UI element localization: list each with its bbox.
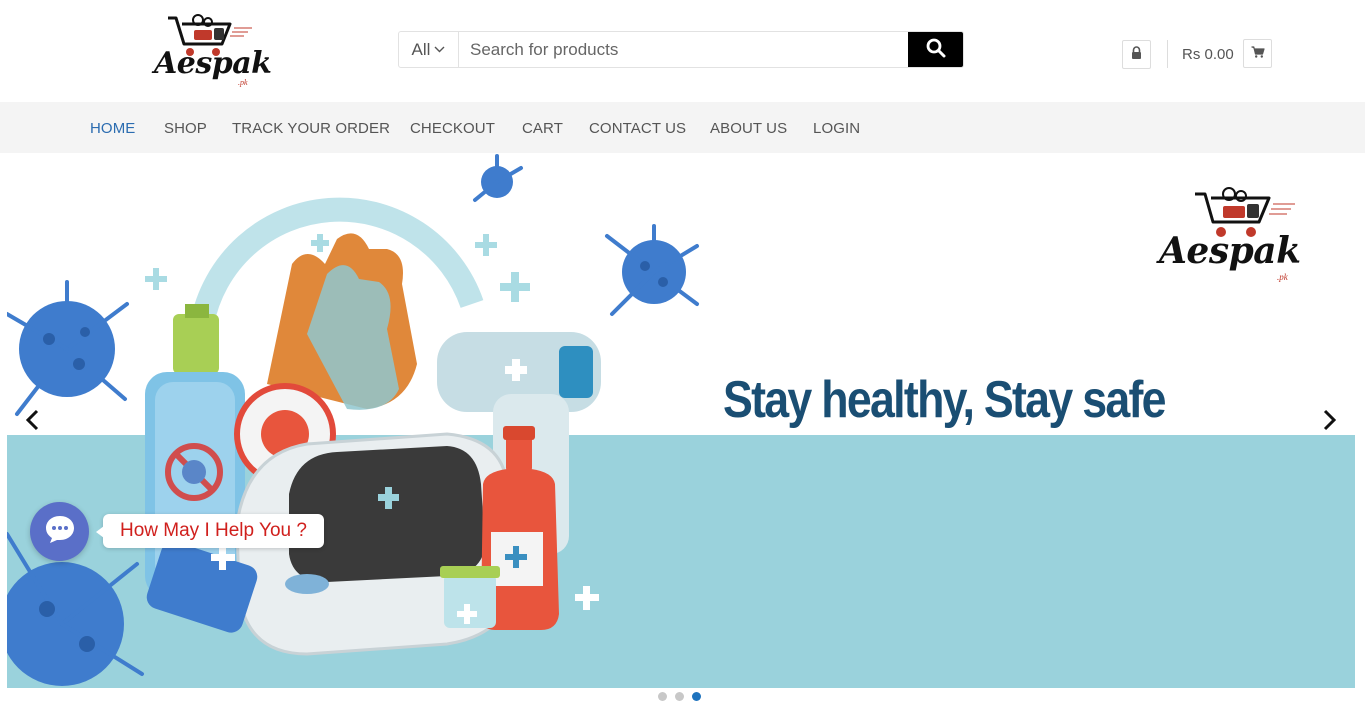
nav-item-shop[interactable]: SHOP — [164, 120, 207, 137]
hero-logo: Aespak .pk — [1155, 180, 1305, 290]
search-category-value: All — [411, 39, 431, 59]
nav-item-login[interactable]: LOGIN — [813, 120, 860, 137]
cart-button[interactable] — [1243, 39, 1272, 68]
chevron-left-icon — [25, 409, 39, 436]
hero-logo-wordmark: Aespak — [1159, 230, 1301, 272]
slider-dot-2[interactable] — [675, 692, 684, 701]
search-button[interactable] — [908, 32, 963, 67]
nav-item-checkout[interactable]: CHECKOUT — [410, 120, 495, 137]
chat-prompt-label[interactable]: How May I Help You ? — [96, 514, 324, 548]
slider-dot-3[interactable] — [692, 692, 701, 701]
chat-launcher-button[interactable] — [30, 502, 89, 561]
nav-item-home[interactable]: HOME — [90, 120, 135, 137]
logo-wordmark: Aespak — [154, 46, 272, 81]
account-login-button[interactable] — [1122, 40, 1151, 69]
search-icon — [926, 38, 946, 61]
hero-slider: Aespak .pk Stay healthy, Stay safe — [7, 154, 1355, 688]
chat-bubble-icon — [44, 514, 76, 549]
lock-icon — [1131, 45, 1142, 64]
hero-logo-domain-suffix: .pk — [1277, 272, 1288, 282]
nav-item-track-order[interactable]: TRACK YOUR ORDER — [232, 120, 390, 137]
cart-total[interactable]: Rs 0.00 — [1182, 46, 1234, 63]
search-category-select[interactable]: All — [399, 32, 459, 67]
header-divider — [1167, 40, 1168, 68]
slider-dot-1[interactable] — [658, 692, 667, 701]
nav-item-contact[interactable]: CONTACT US — [589, 120, 686, 137]
product-search: All — [398, 31, 964, 68]
slider-next-button[interactable] — [1320, 409, 1340, 436]
chevron-right-icon — [1323, 409, 1337, 436]
nav-item-cart[interactable]: CART — [522, 120, 563, 137]
search-input[interactable] — [459, 32, 908, 67]
main-nav: HOME SHOP TRACK YOUR ORDER CHECKOUT CART… — [0, 102, 1365, 153]
site-header: Aespak .pk All Rs 0.00 — [0, 0, 1365, 102]
slider-pagination — [658, 692, 701, 701]
nav-item-about[interactable]: ABOUT US — [710, 120, 787, 137]
logo-domain-suffix: .pk — [238, 78, 248, 87]
hero-headline: Stay healthy, Stay safe — [723, 371, 1167, 429]
chevron-down-icon — [434, 44, 445, 56]
slider-prev-button[interactable] — [22, 409, 42, 436]
site-logo[interactable]: Aespak .pk — [150, 10, 272, 90]
cart-icon — [1251, 45, 1265, 63]
